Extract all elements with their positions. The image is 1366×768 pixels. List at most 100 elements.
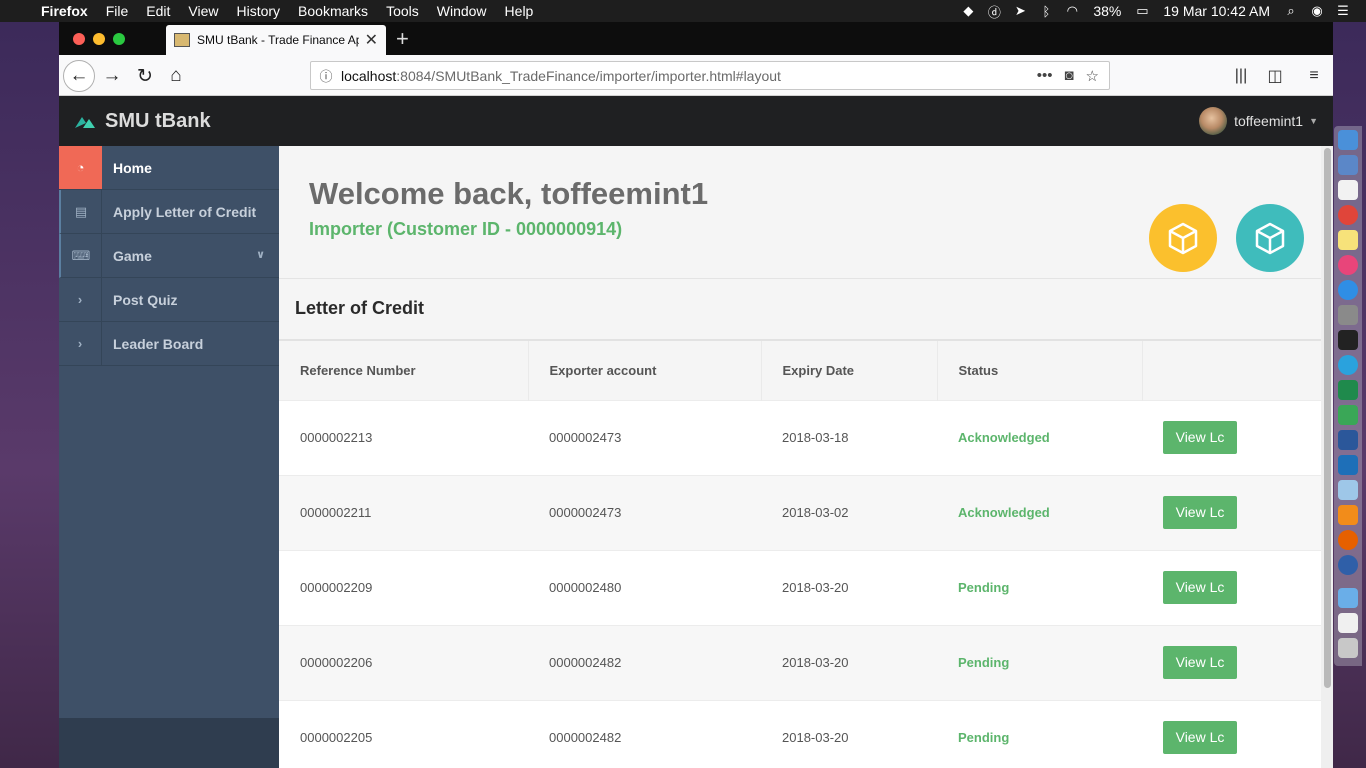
sidebar-item-post-quiz[interactable]: › Post Quiz	[59, 278, 279, 322]
back-button[interactable]: ←	[63, 60, 95, 92]
minimize-window-button[interactable]	[93, 33, 105, 45]
browser-tab[interactable]: SMU tBank - Trade Finance App ✕	[166, 25, 386, 55]
forward-button[interactable]: →	[96, 60, 128, 92]
menu-edit[interactable]: Edit	[137, 0, 179, 22]
battery-icon[interactable]: ▭	[1129, 3, 1155, 19]
view-lc-button[interactable]: View Lc	[1163, 646, 1237, 679]
chevron-down-icon: ∨	[256, 249, 265, 261]
maximize-window-button[interactable]	[113, 33, 125, 45]
document-stack-icon[interactable]	[1338, 613, 1358, 633]
letter-of-credit-panel: Letter of Credit Reference Number Export…	[279, 280, 1321, 768]
vscode-icon[interactable]	[1338, 455, 1358, 475]
siri-icon[interactable]: ◉	[1304, 3, 1330, 19]
view-lc-button[interactable]: View Lc	[1163, 421, 1237, 454]
reference-number: 0000002209	[279, 549, 528, 625]
spotlight-search-icon[interactable]: ⌕	[1278, 3, 1304, 19]
preview-icon[interactable]	[1338, 155, 1358, 175]
chevron-right-icon: ›	[59, 322, 102, 365]
library-icon[interactable]: |||	[1226, 60, 1256, 92]
excel-icon[interactable]	[1338, 380, 1358, 400]
notes-icon[interactable]	[1338, 230, 1358, 250]
dashlane-icon[interactable]: ⓓ	[981, 2, 1007, 21]
brand[interactable]: SMU tBank	[74, 110, 211, 133]
menu-history[interactable]: History	[227, 0, 289, 22]
close-window-button[interactable]	[73, 33, 85, 45]
close-tab-icon[interactable]: ✕	[365, 30, 378, 50]
terminal-icon[interactable]	[1338, 330, 1358, 350]
sidebar-item-label: Post Quiz	[113, 291, 178, 308]
menu-window[interactable]: Window	[428, 0, 496, 22]
sidebar-item-leader-board[interactable]: › Leader Board	[59, 322, 279, 366]
action-cell: View Lc	[1142, 474, 1321, 550]
sidebar-item-label: Home	[113, 159, 152, 176]
user-menu[interactable]: toffeemint1 ▼	[1199, 107, 1318, 135]
sidebar-item-home[interactable]: ◔ Home	[59, 146, 279, 190]
table-row: 0000002209 0000002480 2018-03-20 Pending…	[279, 549, 1321, 625]
calendar-icon[interactable]	[1338, 180, 1358, 200]
home-button[interactable]: ⌂	[160, 60, 192, 92]
reload-button[interactable]: ↻	[129, 60, 161, 92]
menu-tools[interactable]: Tools	[377, 0, 428, 22]
battery-percent[interactable]: 38%	[1085, 3, 1129, 19]
view-lc-button[interactable]: View Lc	[1163, 571, 1237, 604]
exporter-account: 0000002473	[528, 474, 761, 550]
sidebar-item-apply-letter-of-credit[interactable]: ▤ Apply Letter of Credit	[59, 190, 279, 234]
itunes-icon[interactable]	[1338, 255, 1358, 275]
bluetooth-icon[interactable]: ᛒ	[1033, 4, 1059, 19]
chrome-icon[interactable]	[1338, 205, 1358, 225]
sidebar-item-label: Game	[113, 247, 152, 264]
sidebar-toggle-icon[interactable]: ◫	[1260, 60, 1290, 92]
menu-bookmarks[interactable]: Bookmarks	[289, 0, 377, 22]
hamburger-menu-icon[interactable]: ≡	[1299, 60, 1329, 92]
notification-center-icon[interactable]: ☰	[1330, 3, 1356, 19]
telegram-dock-icon[interactable]	[1338, 355, 1358, 375]
menu-help[interactable]: Help	[496, 0, 543, 22]
sublime-text-icon[interactable]	[1338, 505, 1358, 525]
view-lc-button[interactable]: View Lc	[1163, 496, 1237, 529]
dropbox-icon[interactable]: ◆	[955, 3, 981, 19]
sidebar-item-label: Leader Board	[113, 335, 204, 352]
telegram-icon[interactable]: ➤	[1007, 3, 1033, 19]
virtualbox-icon[interactable]	[1338, 480, 1358, 500]
gamepad-icon: ⌨	[61, 234, 102, 277]
finder-icon[interactable]	[1338, 130, 1358, 150]
site-info-icon[interactable]: ⓘ	[311, 66, 341, 85]
r-studio-icon[interactable]	[1338, 555, 1358, 575]
column-header: Expiry Date	[761, 341, 938, 400]
column-header: Exporter account	[528, 341, 762, 400]
trash-icon[interactable]	[1338, 638, 1358, 658]
wifi-icon[interactable]: ◠	[1059, 3, 1085, 19]
menu-file[interactable]: File	[97, 0, 138, 22]
status-badge: Acknowledged	[937, 399, 1142, 475]
url-text[interactable]: localhost:8084/SMUtBank_TradeFinance/imp…	[341, 68, 1037, 84]
expiry-date: 2018-03-20	[761, 699, 937, 768]
bookmark-star-icon[interactable]: ☆	[1086, 67, 1099, 85]
column-header: Status	[937, 341, 1143, 400]
firefox-icon[interactable]	[1338, 530, 1358, 550]
url-bar[interactable]: ⓘ localhost:8084/SMUtBank_TradeFinance/i…	[310, 61, 1110, 90]
new-tab-button[interactable]: +	[396, 25, 409, 53]
maps-icon[interactable]	[1338, 405, 1358, 425]
downloads-folder-icon[interactable]	[1338, 588, 1358, 608]
scrollbar-thumb[interactable]	[1324, 148, 1331, 688]
view-lc-button[interactable]: View Lc	[1163, 721, 1237, 755]
menu-view[interactable]: View	[179, 0, 227, 22]
status-badge: Pending	[937, 624, 1142, 700]
sidebar-item-game[interactable]: ⌨ Game ∨	[59, 234, 279, 278]
cube-teal-icon[interactable]	[1236, 204, 1304, 272]
page-actions-icon[interactable]: •••	[1037, 67, 1053, 85]
menu-app-name[interactable]: Firefox	[32, 0, 97, 22]
url-host: localhost	[341, 67, 397, 84]
page-scrollbar[interactable]	[1321, 146, 1333, 768]
clock[interactable]: 19 Mar 10:42 AM	[1155, 3, 1278, 19]
word-icon[interactable]	[1338, 430, 1358, 450]
cube-yellow-icon[interactable]	[1149, 204, 1217, 272]
sidebar-footer	[59, 718, 279, 768]
welcome-header: Welcome back, toffeemint1 Importer (Cust…	[279, 146, 1321, 279]
url-path: :8084/SMUtBank_TradeFinance/importer/imp…	[396, 67, 781, 84]
pocket-icon[interactable]: ◙	[1064, 67, 1073, 85]
action-cell: View Lc	[1142, 549, 1321, 625]
app-store-icon[interactable]	[1338, 280, 1358, 300]
tab-bar: SMU tBank - Trade Finance App ✕ +	[59, 22, 1333, 55]
system-preferences-icon[interactable]	[1338, 305, 1358, 325]
